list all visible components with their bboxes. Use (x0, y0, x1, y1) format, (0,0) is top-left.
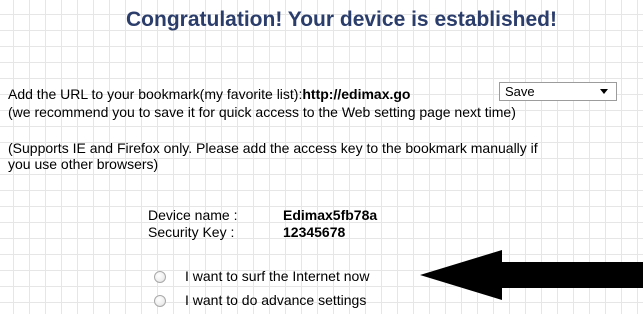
device-name-label: Device name : (148, 207, 238, 223)
surf-internet-label[interactable]: I want to surf the Internet now (185, 268, 369, 285)
chevron-down-icon (600, 89, 608, 94)
browser-note-line-1: (Supports IE and Firefox only. Please ad… (8, 140, 538, 156)
bookmark-url: http://edimax.go (302, 86, 411, 102)
pointer-arrow-icon (420, 250, 643, 300)
advance-settings-radio[interactable] (154, 295, 166, 307)
bookmark-action-select[interactable]: Save (499, 82, 617, 101)
bookmark-recommendation: (we recommend you to save it for quick a… (8, 104, 516, 120)
bookmark-action-value: Save (505, 84, 535, 99)
page-title: Congratulation! Your device is establish… (126, 8, 557, 31)
security-key-value: 12345678 (283, 224, 346, 240)
advance-settings-label[interactable]: I want to do advance settings (185, 292, 366, 309)
surf-internet-radio[interactable] (154, 271, 166, 283)
bookmark-instruction: Add the URL to your bookmark(my favorite… (8, 86, 411, 103)
device-name-value: Edimax5fb78a (283, 207, 378, 223)
security-key-label: Security Key : (148, 224, 235, 240)
bookmark-prefix: Add the URL to your bookmark(my favorite… (8, 86, 303, 102)
browser-note-line-2: you use other browsers) (8, 156, 159, 172)
